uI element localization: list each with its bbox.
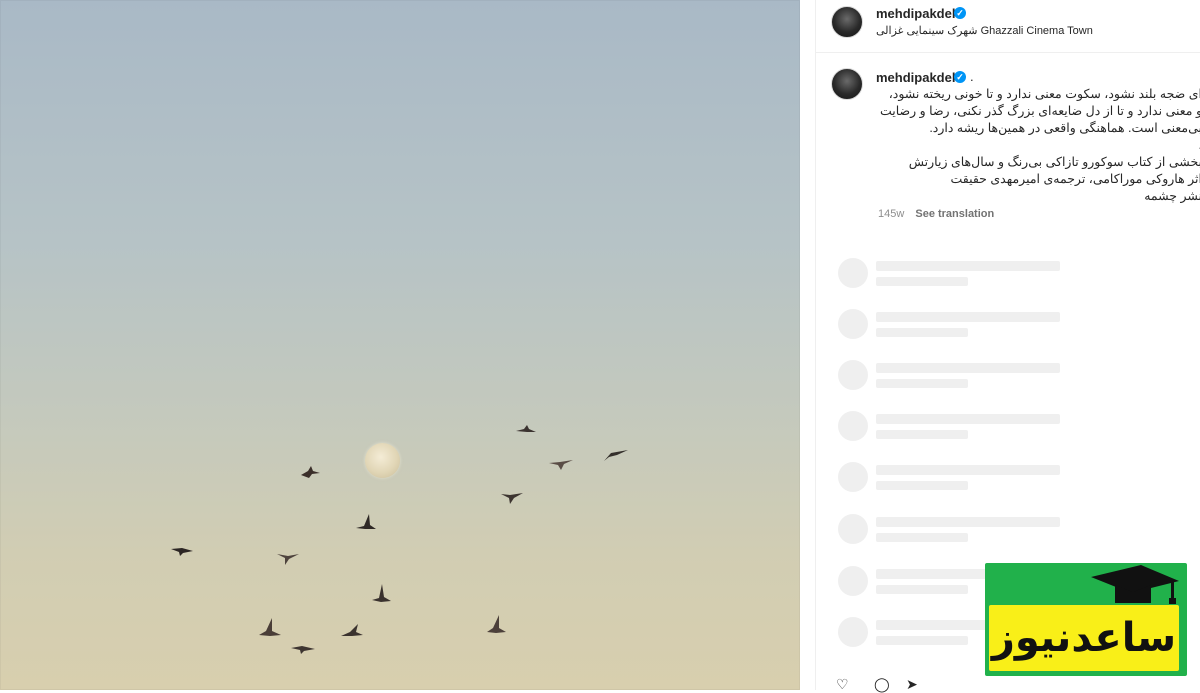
comment-placeholder	[838, 514, 1138, 544]
caption-avatar[interactable]	[831, 68, 863, 100]
placeholder-avatar	[838, 566, 868, 596]
placeholder-line	[876, 363, 1060, 373]
post-photo[interactable]	[0, 0, 800, 690]
comment-icon[interactable]: ◯	[874, 676, 890, 693]
placeholder-line	[876, 261, 1060, 271]
placeholder-line	[876, 585, 968, 594]
post-header: mehdipakdel ✓ شهرک سینمایی غزالی Ghazzal…	[816, 0, 1200, 53]
placeholder-line	[876, 379, 968, 388]
placeholder-line	[876, 636, 968, 645]
see-translation-button[interactable]: See translation	[915, 208, 994, 220]
comment-placeholder	[838, 360, 1138, 390]
placeholder-line	[876, 517, 1060, 527]
photo-frame	[0, 0, 800, 690]
watermark-label-box: ساعدنیوز	[989, 605, 1179, 671]
placeholder-avatar	[838, 309, 868, 339]
comment-placeholder	[838, 411, 1138, 441]
placeholder-avatar	[838, 411, 868, 441]
placeholder-avatar	[838, 514, 868, 544]
placeholder-avatar	[838, 617, 868, 647]
placeholder-line	[876, 328, 968, 337]
placeholder-line	[876, 430, 968, 439]
verified-badge-icon: ✓	[954, 7, 966, 19]
caption-username[interactable]: mehdipakdel	[876, 70, 955, 85]
heart-icon[interactable]: ♡	[836, 676, 849, 693]
verified-badge-icon: ✓	[954, 71, 966, 83]
placeholder-avatar	[838, 462, 868, 492]
caption-meta: 145w See translation	[878, 208, 994, 220]
comment-placeholder	[838, 258, 1138, 288]
caption-dot: .	[970, 69, 974, 84]
site-watermark: ساعدنیوز	[985, 563, 1187, 676]
placeholder-avatar	[838, 360, 868, 390]
post-location[interactable]: شهرک سینمایی غزالی Ghazzali Cinema Town	[876, 24, 1093, 37]
graduation-cap-icon	[1091, 565, 1179, 604]
comment-placeholder	[838, 309, 1138, 339]
watermark-text: ساعدنیوز	[991, 615, 1177, 661]
placeholder-line	[876, 277, 968, 286]
placeholder-line	[876, 481, 968, 490]
placeholder-avatar	[838, 258, 868, 288]
caption-text: ای ضجه بلند نشود، سکوت معنی ندارد و تا خ…	[879, 87, 1200, 203]
post-username[interactable]: mehdipakdel	[876, 6, 955, 21]
placeholder-line	[876, 414, 1060, 424]
post-time[interactable]: 145w	[878, 208, 904, 220]
share-icon[interactable]: ➤	[906, 676, 918, 693]
placeholder-line	[876, 465, 1060, 475]
comment-placeholder	[838, 462, 1138, 492]
avatar[interactable]	[831, 6, 863, 38]
placeholder-line	[876, 533, 968, 542]
placeholder-line	[876, 312, 1060, 322]
